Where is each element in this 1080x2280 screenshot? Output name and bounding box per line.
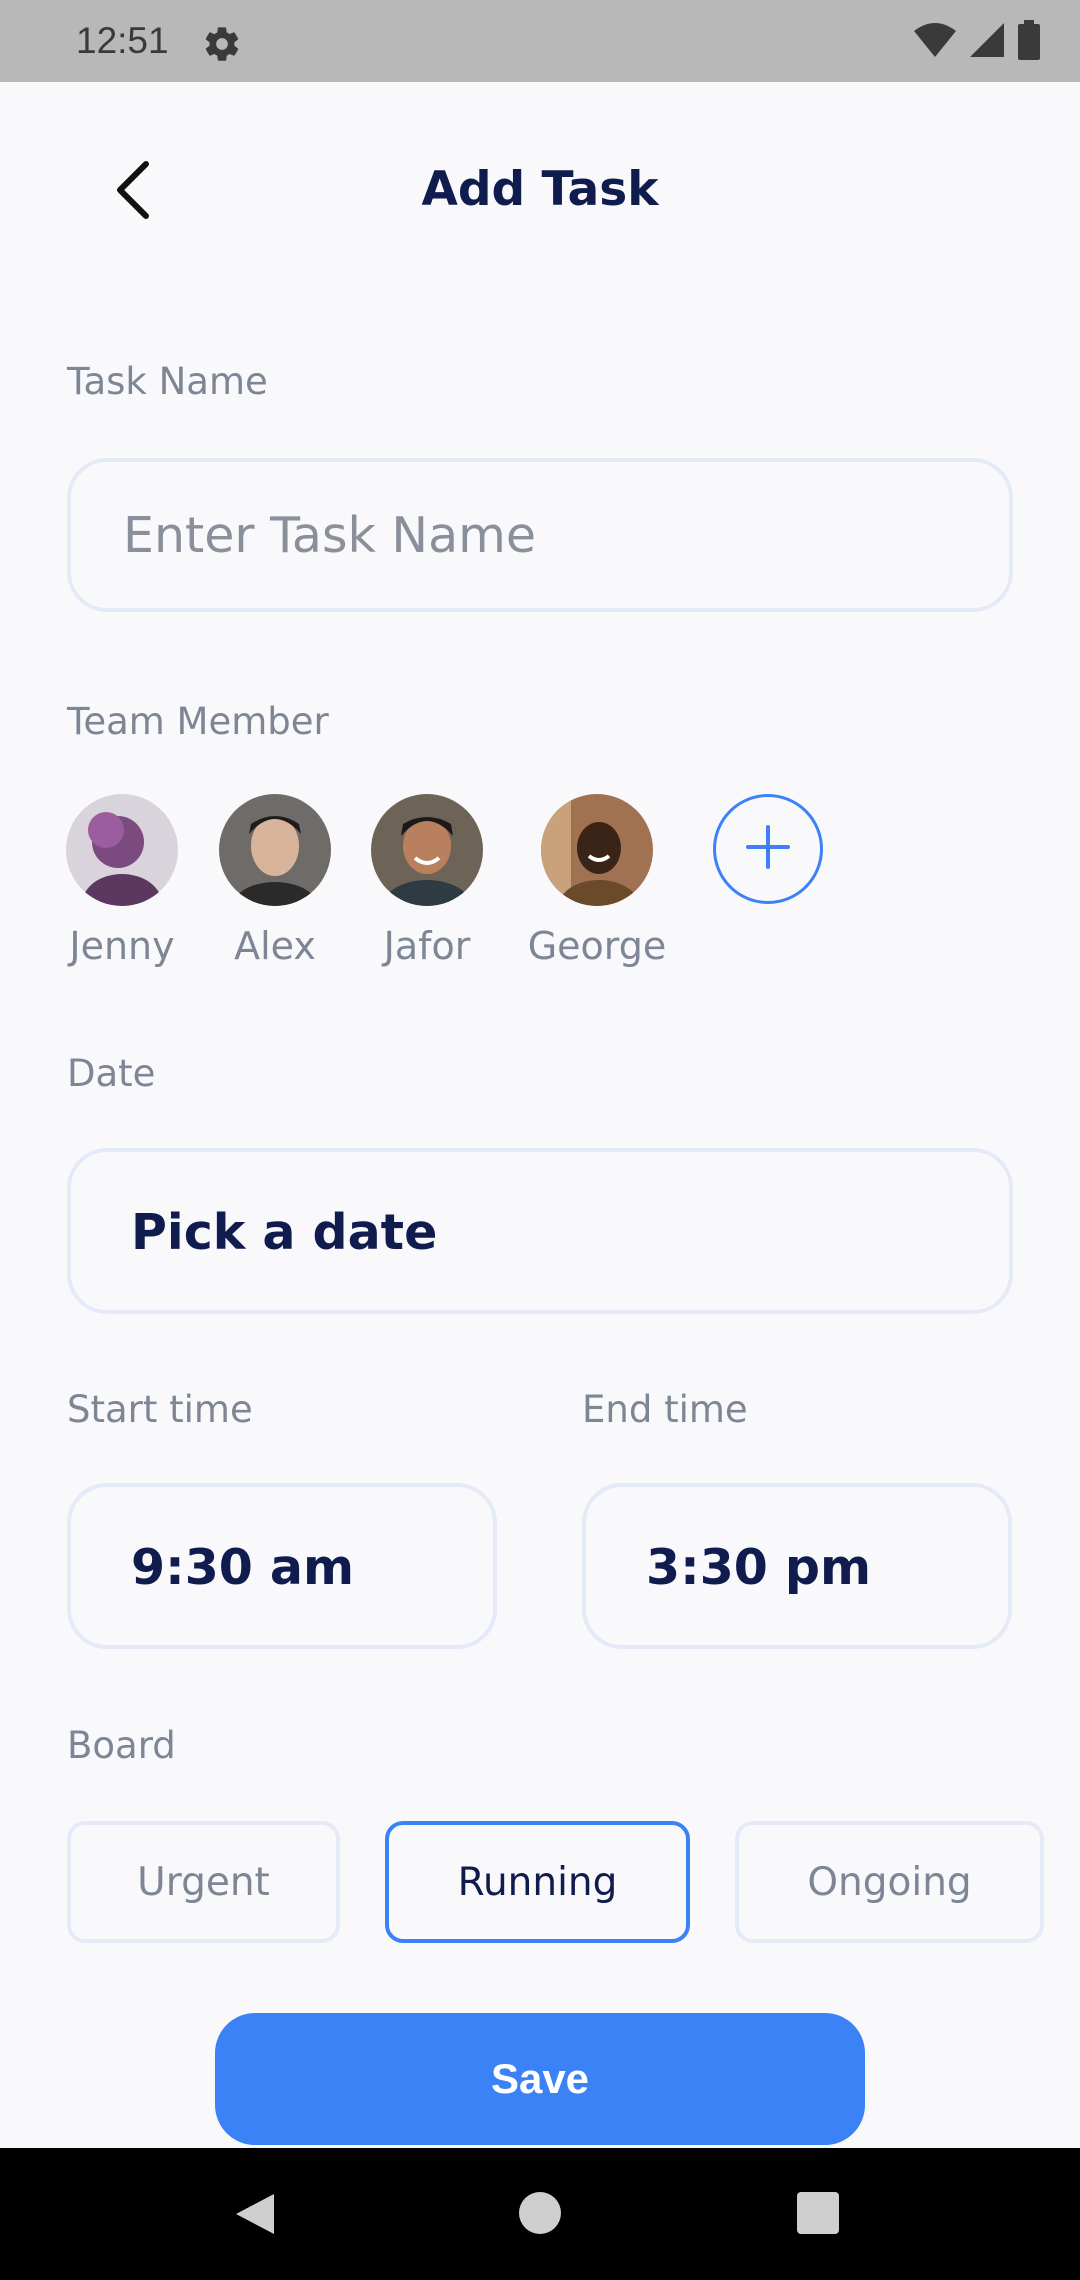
member-name: Jenny	[69, 924, 175, 968]
board-option-urgent[interactable]: Urgent	[67, 1821, 340, 1943]
member-name: George	[527, 924, 667, 968]
avatar	[371, 794, 483, 906]
nav-back-icon[interactable]	[234, 2192, 276, 2240]
end-time-label: End time	[582, 1388, 748, 1431]
team-member-list: Jenny Alex Jafor George	[66, 794, 1017, 984]
system-nav-bar	[0, 2148, 1080, 2280]
task-name-field	[67, 458, 1013, 612]
date-picker-field[interactable]: Pick a date	[67, 1148, 1013, 1314]
start-time-field[interactable]: 9:30 am	[67, 1483, 497, 1649]
board-label: Board	[67, 1724, 176, 1767]
task-name-label: Task Name	[67, 360, 268, 403]
add-member-button[interactable]	[713, 794, 823, 904]
avatar	[219, 794, 331, 906]
start-time-value: 9:30 am	[131, 1539, 355, 1596]
status-bar: 12:51	[0, 0, 1080, 82]
date-label: Date	[67, 1052, 156, 1095]
status-icons	[914, 20, 1040, 64]
board-option-running[interactable]: Running	[385, 1821, 690, 1943]
signal-icon	[970, 23, 1004, 61]
task-name-input[interactable]	[71, 462, 1009, 608]
member-name: Alex	[234, 924, 316, 968]
page-title: Add Task	[421, 162, 659, 217]
wifi-icon	[914, 23, 956, 61]
board-option-ongoing[interactable]: Ongoing	[735, 1821, 1044, 1943]
team-member-alex[interactable]: Alex	[200, 794, 350, 968]
date-value: Pick a date	[131, 1204, 438, 1261]
member-name: Jafor	[383, 924, 471, 968]
app-header: Add Task	[0, 140, 1080, 240]
end-time-value: 3:30 pm	[646, 1539, 872, 1596]
avatar	[541, 794, 653, 906]
start-time-label: Start time	[67, 1388, 253, 1431]
team-member-jenny[interactable]: Jenny	[47, 794, 197, 968]
team-member-george[interactable]: George	[522, 794, 672, 968]
nav-home-icon[interactable]	[519, 2192, 561, 2234]
battery-icon	[1018, 20, 1040, 64]
gear-icon	[202, 24, 242, 64]
team-member-label: Team Member	[67, 700, 329, 743]
avatar	[66, 794, 178, 906]
end-time-field[interactable]: 3:30 pm	[582, 1483, 1012, 1649]
status-time: 12:51	[76, 20, 169, 61]
nav-recents-icon[interactable]	[797, 2192, 839, 2234]
plus-icon	[746, 825, 790, 873]
save-button[interactable]: Save	[215, 2013, 865, 2145]
team-member-jafor[interactable]: Jafor	[352, 794, 502, 968]
